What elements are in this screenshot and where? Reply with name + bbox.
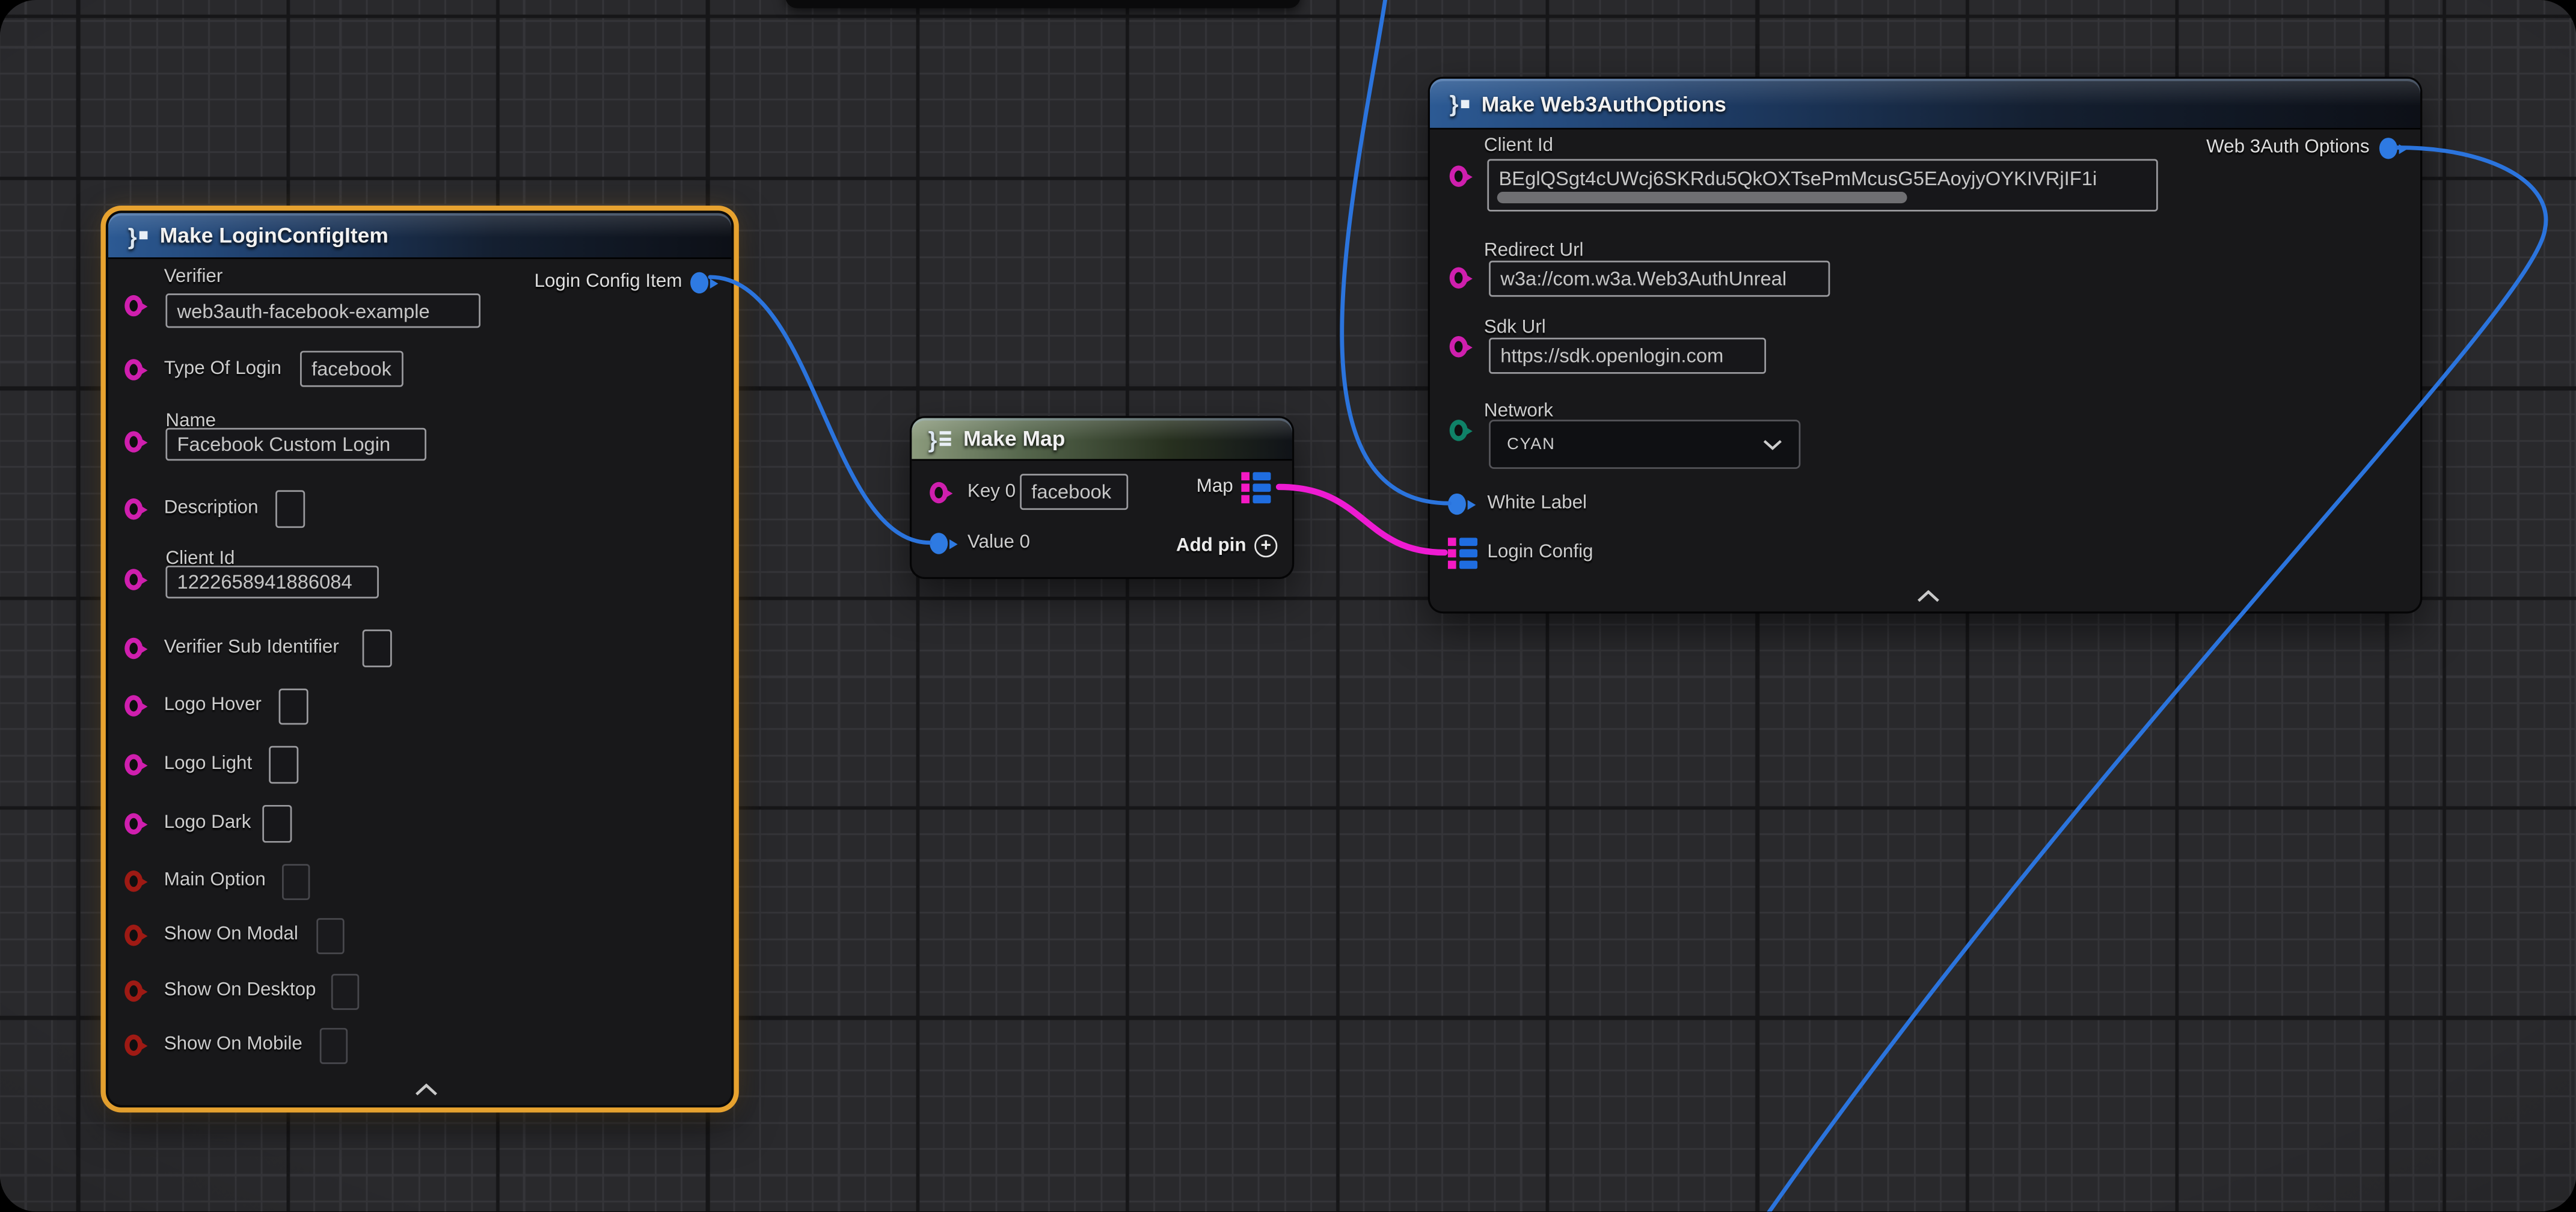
- web3auth-options-output-pin[interactable]: [2379, 138, 2397, 159]
- type-of-login-input[interactable]: facebook: [300, 351, 403, 387]
- node-header-make-web3authoptions[interactable]: } Make Web3AuthOptions: [1430, 79, 2420, 130]
- show-on-desktop-checkbox[interactable]: [331, 974, 359, 1010]
- node-make-web3authoptions[interactable]: } Make Web3AuthOptions Web 3Auth Options…: [1430, 79, 2420, 611]
- chevron-down-icon: [1763, 438, 1783, 450]
- main-option-pin[interactable]: [124, 871, 143, 892]
- output-pin-label: Login Config Item: [535, 271, 682, 293]
- client-id-input[interactable]: BEglQSgt4cUWcj6SKRdu5QkOXTsePmMcusG5EAoy…: [1487, 159, 2157, 212]
- make-struct-icon: }: [1450, 92, 1470, 115]
- pin-label-logo-dark: Logo Dark: [164, 812, 251, 834]
- add-pin-plus-icon: +: [1254, 534, 1277, 557]
- pin-label-white-label: White Label: [1487, 492, 1587, 515]
- graph-viewport: } Make LoginConfigItem Login Config Item…: [0, 0, 2576, 1212]
- key-0-pin[interactable]: [930, 482, 948, 503]
- pin-label-verifier-sub-identifier: Verifier Sub Identifier: [164, 636, 339, 659]
- main-option-checkbox[interactable]: [282, 864, 310, 900]
- network-dropdown[interactable]: CYAN: [1489, 420, 1800, 469]
- sdk-url-pin[interactable]: [1450, 336, 1468, 357]
- verifier-sub-identifier-pin[interactable]: [124, 638, 143, 659]
- login-config-pin[interactable]: [1448, 537, 1477, 569]
- make-map-icon: }: [928, 427, 951, 450]
- client-id-pin[interactable]: [1450, 165, 1468, 186]
- key-0-input[interactable]: facebook: [1020, 474, 1128, 510]
- map-output-pin[interactable]: [1241, 472, 1271, 503]
- logo-hover-pin[interactable]: [124, 695, 143, 716]
- pin-label-show-on-modal: Show On Modal: [164, 923, 298, 946]
- show-on-modal-pin[interactable]: [124, 925, 143, 946]
- pin-label-description: Description: [164, 497, 259, 519]
- verifier-input[interactable]: web3auth-facebook-example: [165, 293, 480, 328]
- client-id-value: BEglQSgt4cUWcj6SKRdu5QkOXTsePmMcusG5EAoy…: [1498, 167, 2097, 190]
- node-title: Make LoginConfigItem: [160, 223, 388, 248]
- pin-label-value-0: Value 0: [968, 531, 1030, 554]
- name-input[interactable]: Facebook Custom Login: [165, 428, 426, 461]
- pin-label-type-of-login: Type Of Login: [164, 357, 281, 380]
- show-on-mobile-pin[interactable]: [124, 1035, 143, 1056]
- pin-label-client-id: Client Id: [1484, 135, 1553, 158]
- blueprint-editor-screenshot: } Make LoginConfigItem Login Config Item…: [0, 0, 2576, 1212]
- node-header-make-loginconfigitem[interactable]: } Make LoginConfigItem: [108, 213, 731, 259]
- client-id-pin[interactable]: [124, 569, 143, 590]
- pin-label-key-0: Key 0: [968, 480, 1016, 503]
- sdk-url-input[interactable]: https://sdk.openlogin.com: [1489, 338, 1766, 374]
- node-header-make-map[interactable]: } Make Map: [912, 418, 1292, 461]
- node-make-map[interactable]: } Make Map Key 0 facebook Map Value 0 Ad…: [912, 418, 1292, 577]
- description-input[interactable]: [275, 490, 305, 528]
- add-pin-button[interactable]: Add pin +: [1176, 534, 1278, 557]
- logo-light-input[interactable]: [269, 746, 298, 784]
- logo-dark-input[interactable]: [262, 805, 292, 843]
- show-on-mobile-checkbox[interactable]: [320, 1028, 348, 1064]
- node-title: Make Map: [963, 426, 1065, 451]
- make-struct-icon: }: [128, 224, 149, 246]
- pin-label-main-option: Main Option: [164, 869, 266, 892]
- logo-hover-input[interactable]: [279, 688, 308, 724]
- show-on-modal-checkbox[interactable]: [316, 918, 344, 954]
- pin-label-sdk-url: Sdk Url: [1484, 316, 1546, 339]
- node-make-loginconfigitem[interactable]: } Make LoginConfigItem Login Config Item…: [108, 213, 731, 1105]
- name-pin[interactable]: [124, 431, 143, 452]
- pin-label-verifier: Verifier: [164, 266, 223, 289]
- pin-label-show-on-mobile: Show On Mobile: [164, 1033, 302, 1056]
- network-pin[interactable]: [1450, 420, 1468, 441]
- verifier-pin[interactable]: [124, 295, 143, 316]
- pin-label-logo-hover: Logo Hover: [164, 694, 262, 717]
- value-0-pin[interactable]: [930, 533, 948, 554]
- show-on-desktop-pin[interactable]: [124, 981, 143, 1002]
- offscreen-node-fragment[interactable]: [785, 0, 1300, 8]
- description-pin[interactable]: [124, 498, 143, 519]
- client-id-horizontal-scrollbar[interactable]: [1497, 192, 1907, 203]
- pin-label-redirect-url: Redirect Url: [1484, 239, 1584, 262]
- login-config-item-output-pin[interactable]: [690, 272, 708, 293]
- type-of-login-pin[interactable]: [124, 359, 143, 380]
- collapse-chevron-icon[interactable]: [415, 1084, 438, 1097]
- pin-label-logo-light: Logo Light: [164, 753, 252, 776]
- redirect-url-pin[interactable]: [1450, 268, 1468, 289]
- pin-label-login-config: Login Config: [1487, 541, 1593, 564]
- add-pin-label: Add pin: [1176, 536, 1247, 556]
- collapse-chevron-icon[interactable]: [1917, 590, 1940, 604]
- logo-dark-pin[interactable]: [124, 813, 143, 834]
- logo-light-pin[interactable]: [124, 754, 143, 775]
- output-pin-label: Web 3Auth Options: [2206, 136, 2369, 159]
- redirect-url-input[interactable]: w3a://com.w3a.Web3AuthUnreal: [1489, 261, 1830, 297]
- pin-label-show-on-desktop: Show On Desktop: [164, 979, 316, 1002]
- verifier-sub-identifier-input[interactable]: [363, 629, 392, 667]
- map-output-label: Map: [1197, 476, 1233, 498]
- network-selected-value: CYAN: [1507, 435, 1555, 453]
- node-title: Make Web3AuthOptions: [1482, 91, 1726, 115]
- client-id-input[interactable]: 1222658941886084: [165, 566, 379, 599]
